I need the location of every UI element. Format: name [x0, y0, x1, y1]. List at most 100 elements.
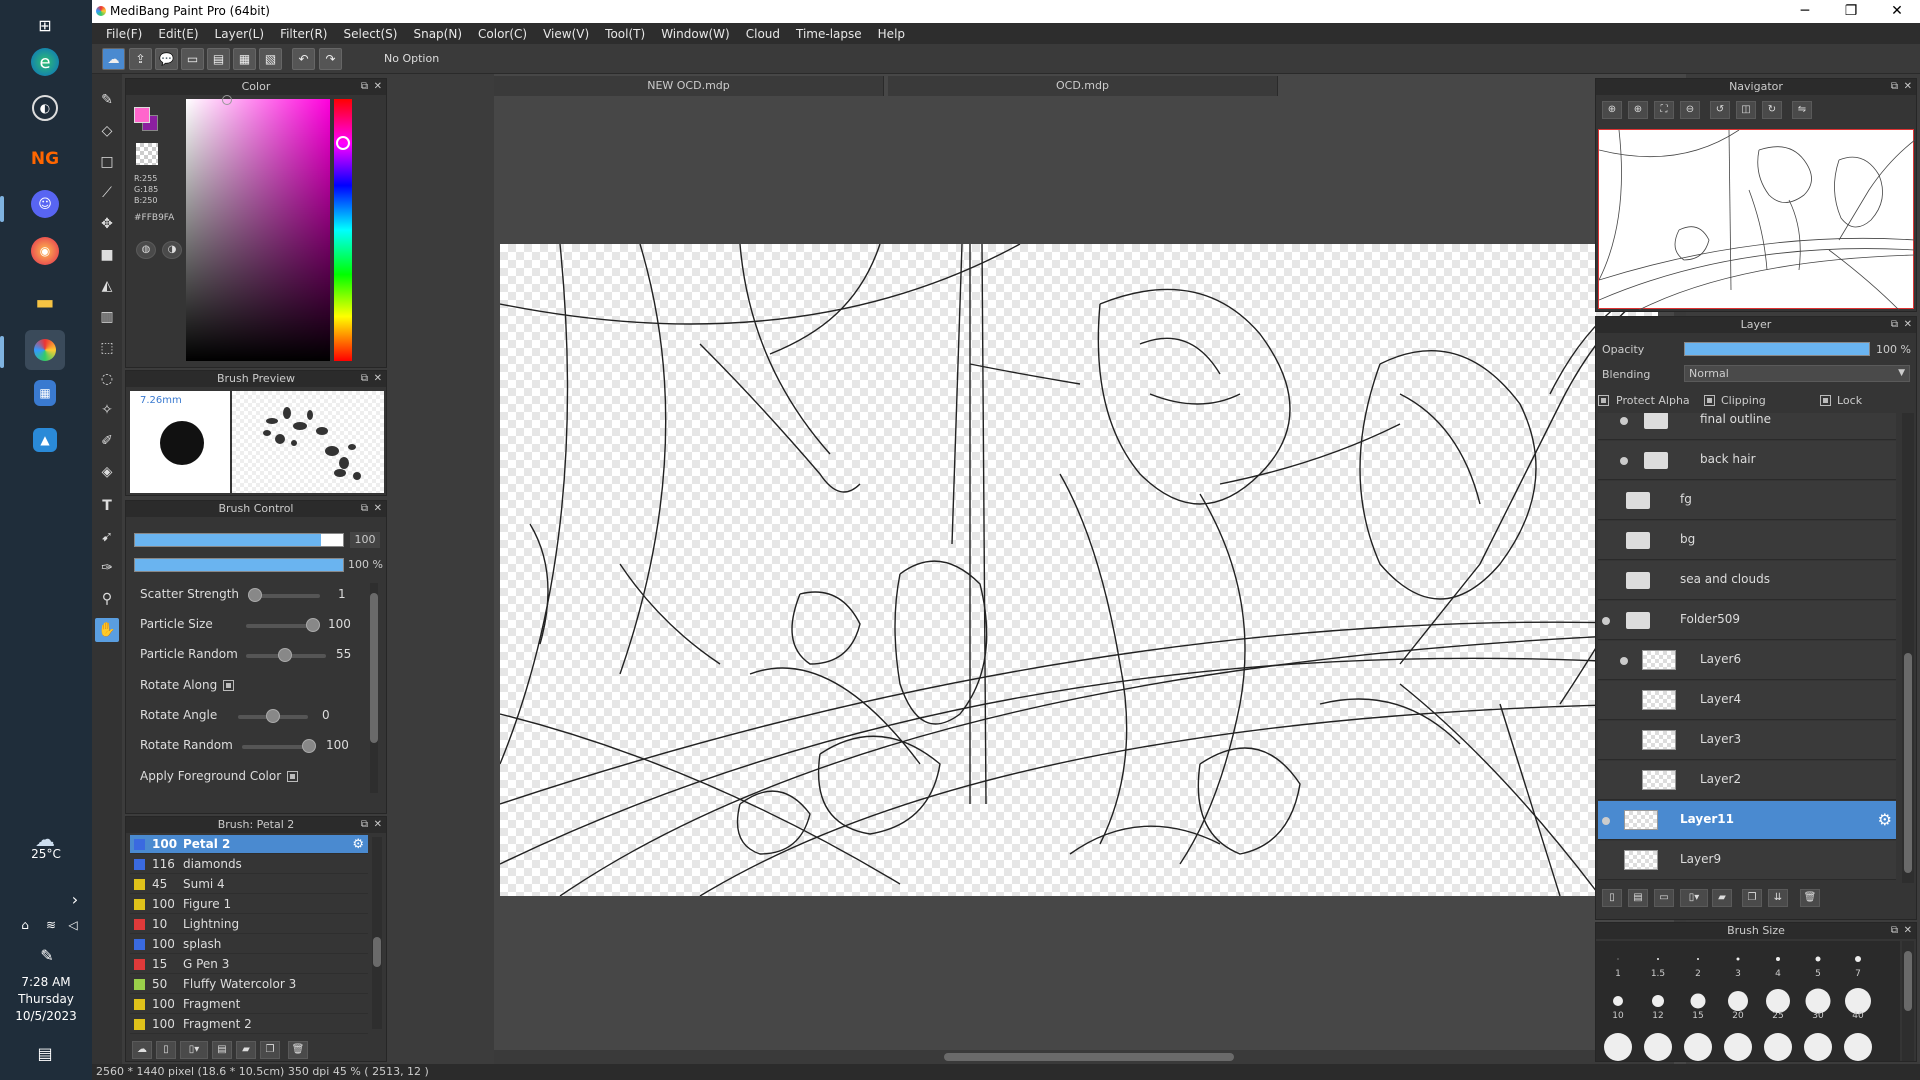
size-preset-10[interactable]: 10 [1600, 985, 1636, 1025]
brush-tool-icon[interactable]: ✎ [95, 88, 119, 112]
hand-tool-icon[interactable]: ✋ [95, 618, 119, 642]
size-preset-3[interactable]: 3 [1720, 943, 1756, 983]
clipping-checkbox[interactable] [1704, 395, 1715, 406]
saturation-value-picker[interactable] [186, 99, 330, 361]
size-preset-1[interactable]: 1 [1600, 943, 1636, 983]
text-tool-icon[interactable]: T [95, 494, 119, 518]
delete-layer-icon[interactable]: 🗑 [1800, 889, 1820, 907]
rotate-left-icon[interactable]: ↺ [1710, 101, 1730, 119]
menu-filter[interactable]: Filter(R) [272, 27, 335, 41]
windows-start-icon[interactable]: ⊞ [28, 8, 62, 42]
menu-help[interactable]: Help [870, 27, 913, 41]
eye-icon[interactable] [1602, 617, 1610, 625]
close-icon[interactable]: ✕ [374, 79, 382, 95]
size-preset-row3[interactable] [1800, 1027, 1836, 1061]
layer-layer6[interactable]: Layer6 [1598, 641, 1896, 680]
new-1bit-layer-icon[interactable]: ▭ [1654, 889, 1674, 907]
brush-size-scrollbar[interactable] [1902, 941, 1914, 1061]
brush-settings-icon[interactable]: ⚙ [352, 835, 364, 854]
scatter-strength-knob[interactable] [248, 588, 262, 602]
share-icon[interactable]: ⇪ [129, 48, 152, 70]
close-icon[interactable]: ✕ [374, 501, 382, 517]
float-icon[interactable]: ⧉ [1891, 317, 1898, 333]
brush-item-diamonds[interactable]: 116 diamonds [130, 855, 368, 874]
discord-icon[interactable]: ☺ [31, 190, 59, 218]
page-manage-icon[interactable]: ▦ [233, 48, 256, 70]
file-explorer-icon[interactable]: ▬ [28, 285, 62, 319]
layer-settings-icon[interactable]: ⚙ [1878, 810, 1892, 829]
eraser-tool-icon[interactable]: ◇ [95, 119, 119, 143]
newgrounds-icon[interactable]: NG [28, 142, 62, 176]
layer-final-outline[interactable]: final outline [1598, 413, 1896, 440]
float-icon[interactable]: ⧉ [1891, 923, 1898, 939]
move-tool-icon[interactable]: ✥ [95, 212, 119, 236]
shape-tool-icon[interactable]: □ [95, 150, 119, 174]
new-halftone-layer-icon[interactable]: ▤ [1628, 889, 1648, 907]
rotate-random-knob[interactable] [302, 739, 316, 753]
brush-item-fragment-2[interactable]: 100 Fragment 2 [130, 1015, 368, 1034]
comic-icon[interactable]: ▭ [181, 48, 204, 70]
zoom-in-icon[interactable]: ⊕ [1628, 101, 1648, 119]
layer-layer2[interactable]: Layer2 [1598, 761, 1896, 800]
rotate-along-checkbox[interactable] [223, 680, 235, 691]
close-icon[interactable]: ✕ [1874, 0, 1920, 23]
add-brush-icon[interactable]: ▯▾ [180, 1041, 208, 1059]
float-icon[interactable]: ⧉ [1891, 79, 1898, 95]
size-preset-40[interactable]: 40 [1840, 985, 1876, 1025]
transparent-swatch[interactable] [136, 143, 158, 165]
flip-icon[interactable]: ⇋ [1792, 101, 1812, 119]
size-preset-15[interactable]: 15 [1680, 985, 1716, 1025]
size-preset-30[interactable]: 30 [1800, 985, 1836, 1025]
float-icon[interactable]: ⧉ [361, 501, 368, 517]
firefox-icon[interactable]: ◉ [31, 237, 59, 265]
palette-icon[interactable]: ◍ [136, 241, 156, 259]
menu-select[interactable]: Select(S) [335, 27, 405, 41]
eye-icon[interactable] [1602, 817, 1610, 825]
redo-icon[interactable]: ↷ [319, 48, 342, 70]
zoom-actual-icon[interactable]: ⊕ [1602, 101, 1622, 119]
restore-icon[interactable]: ❐ [1828, 0, 1874, 23]
layer-layer4[interactable]: Layer4 [1598, 681, 1896, 720]
eye-icon[interactable] [1620, 657, 1628, 665]
photos-icon[interactable]: ▲ [33, 428, 57, 452]
layer-back-hair[interactable]: back hair [1598, 441, 1896, 480]
float-icon[interactable]: ⧉ [361, 371, 368, 387]
menu-tool[interactable]: Tool(T) [597, 27, 653, 41]
close-icon[interactable]: ✕ [1904, 317, 1912, 333]
medibang-icon[interactable] [25, 330, 65, 370]
rotate-angle-knob[interactable] [266, 709, 280, 723]
divide-tool-icon[interactable]: ✑ [95, 556, 119, 580]
brush-item-lightning[interactable]: 10 Lightning [130, 915, 368, 934]
menu-file[interactable]: File(F) [98, 27, 150, 41]
menu-edit[interactable]: Edit(E) [150, 27, 206, 41]
fit-screen-icon[interactable]: ◫ [1736, 101, 1756, 119]
menu-snap[interactable]: Snap(N) [405, 27, 470, 41]
line-tool-icon[interactable]: ⟋ [95, 181, 119, 205]
lock-checkbox[interactable] [1820, 395, 1831, 406]
brush-duplicate-icon[interactable]: ❐ [260, 1041, 280, 1059]
minimize-icon[interactable]: ─ [1782, 0, 1828, 23]
undo-icon[interactable]: ↶ [292, 48, 315, 70]
lasso-tool-icon[interactable]: ◌ [95, 367, 119, 391]
layer-folder509[interactable]: Folder509 [1598, 601, 1896, 640]
rotate-right-icon[interactable]: ↻ [1762, 101, 1782, 119]
menu-cloud[interactable]: Cloud [738, 27, 788, 41]
cloud-icon[interactable]: ☁ [102, 48, 125, 70]
close-icon[interactable]: ✕ [1904, 79, 1912, 95]
brush-item-fluffy-watercolor-3[interactable]: 50 Fluffy Watercolor 3 [130, 975, 368, 994]
size-preset-1-5[interactable]: 1.5 [1640, 943, 1676, 983]
comment-icon[interactable]: 💬 [155, 48, 178, 70]
layer-bg[interactable]: bg [1598, 521, 1896, 560]
close-icon[interactable]: ✕ [374, 817, 382, 833]
sv-picker-cursor[interactable] [222, 95, 232, 105]
bucket-tool-icon[interactable]: ◭ [95, 274, 119, 298]
size-preset-2[interactable]: 2 [1680, 943, 1716, 983]
zoom-out-icon[interactable]: ⊖ [1680, 101, 1700, 119]
layer-opacity-bar[interactable] [1684, 342, 1870, 356]
particle-size-knob[interactable] [306, 618, 320, 632]
grid-icon[interactable]: ▧ [259, 48, 282, 70]
duplicate-layer-icon[interactable]: ❐ [1742, 889, 1762, 907]
size-preset-25[interactable]: 25 [1760, 985, 1796, 1025]
volume-icon[interactable]: ◁ [56, 908, 90, 942]
navigator-thumbnail[interactable] [1598, 129, 1916, 311]
